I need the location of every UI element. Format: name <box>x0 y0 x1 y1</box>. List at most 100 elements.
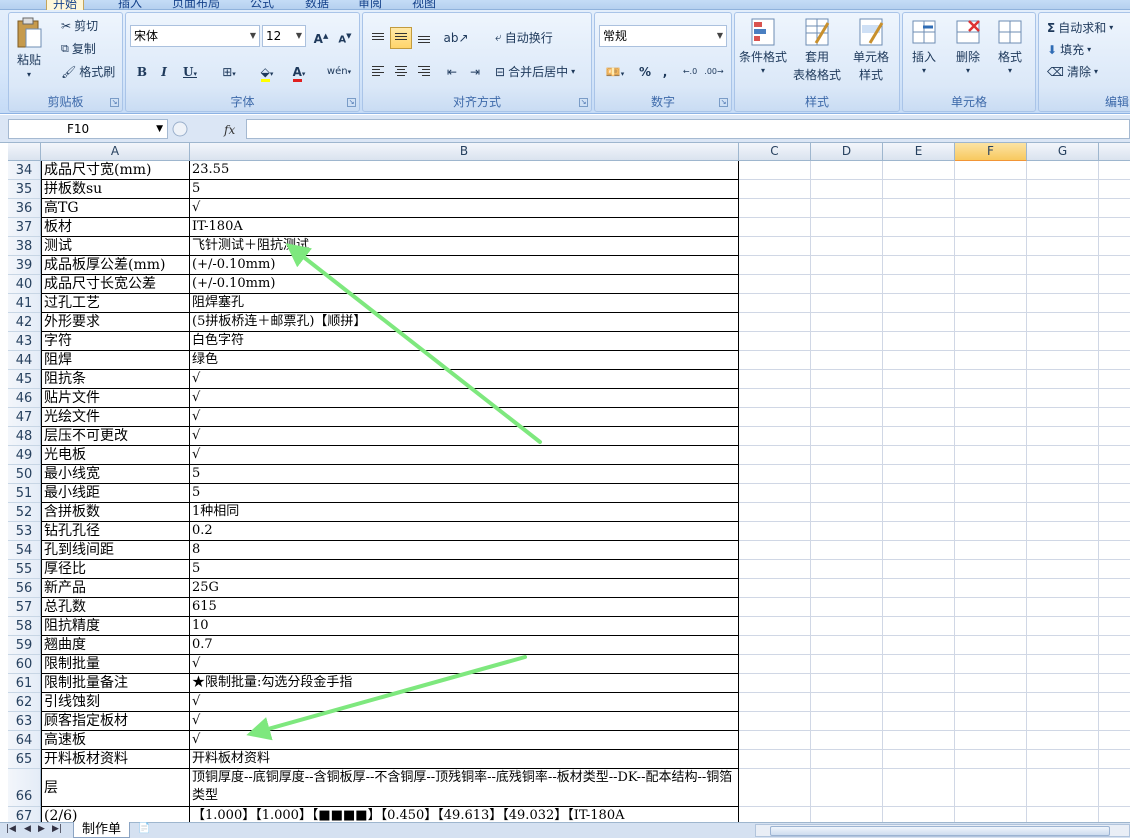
tab-insert[interactable]: 插入 <box>118 0 142 10</box>
cell-b[interactable]: 顶铜厚度--底铜厚度--含铜板厚--不含铜厚--顶残铜率--底残铜率--板材类型… <box>190 769 739 807</box>
empty-cell[interactable] <box>739 674 811 693</box>
empty-cell[interactable] <box>955 465 1027 484</box>
column-header-d[interactable]: D <box>811 143 883 161</box>
dialog-launcher-icon[interactable]: ↘ <box>719 98 728 107</box>
shrink-font-button[interactable]: A▼ <box>334 25 356 47</box>
cell-a[interactable]: 开料板材资料 <box>41 750 190 769</box>
empty-cell[interactable] <box>955 161 1027 180</box>
empty-cell[interactable] <box>739 655 811 674</box>
cell-a[interactable]: 限制批量备注 <box>41 674 190 693</box>
tab-formulas[interactable]: 公式 <box>250 0 274 10</box>
empty-cell[interactable] <box>1027 180 1099 199</box>
empty-cell[interactable] <box>955 351 1027 370</box>
empty-cell[interactable] <box>955 598 1027 617</box>
cell-a[interactable]: 限制批量 <box>41 655 190 674</box>
autosum-button[interactable]: Σ 自动求和 ▾ <box>1047 19 1113 36</box>
empty-cell[interactable] <box>955 275 1027 294</box>
empty-cell[interactable] <box>955 522 1027 541</box>
cell-b[interactable]: 25G <box>190 579 739 598</box>
align-top-button[interactable] <box>367 27 389 49</box>
horizontal-scrollbar[interactable] <box>755 824 1130 837</box>
empty-cell[interactable] <box>1027 712 1099 731</box>
empty-cell[interactable] <box>1027 465 1099 484</box>
empty-cell[interactable] <box>883 294 955 313</box>
copy-button[interactable]: ⧉ 复制 <box>61 40 96 57</box>
empty-cell[interactable] <box>739 370 811 389</box>
empty-cell[interactable] <box>1027 294 1099 313</box>
empty-cell[interactable] <box>811 636 883 655</box>
empty-cell[interactable] <box>1099 275 1130 294</box>
cell-b[interactable]: 10 <box>190 617 739 636</box>
empty-cell[interactable] <box>811 617 883 636</box>
row-header[interactable]: 53 <box>8 522 41 541</box>
font-size-combo[interactable]: 12 ▼ <box>262 25 306 47</box>
empty-cell[interactable] <box>811 294 883 313</box>
cell-a[interactable]: 外形要求 <box>41 313 190 332</box>
empty-cell[interactable] <box>1027 617 1099 636</box>
wrap-text-button[interactable]: ⤶ 自动换行 <box>495 29 553 46</box>
empty-cell[interactable] <box>883 256 955 275</box>
empty-cell[interactable] <box>811 351 883 370</box>
empty-cell[interactable] <box>1027 750 1099 769</box>
empty-cell[interactable] <box>955 332 1027 351</box>
empty-cell[interactable] <box>883 237 955 256</box>
cell-b[interactable]: 5 <box>190 465 739 484</box>
empty-cell[interactable] <box>739 199 811 218</box>
empty-cell[interactable] <box>739 465 811 484</box>
empty-cell[interactable] <box>1027 275 1099 294</box>
name-box[interactable]: F10 ▼ <box>8 119 168 139</box>
empty-cell[interactable] <box>739 275 811 294</box>
empty-cell[interactable] <box>811 503 883 522</box>
grow-font-button[interactable]: A▲ <box>310 25 332 47</box>
empty-cell[interactable] <box>955 731 1027 750</box>
column-header-b[interactable]: B <box>190 143 739 161</box>
sheet-grid[interactable]: 34 成品尺寸宽(mm) 23.55 35 拼板数su 5 36 高TG √ 37 板材 IT-180… <box>8 161 1130 826</box>
underline-button[interactable]: U▾ <box>176 61 204 83</box>
empty-cell[interactable] <box>1099 560 1130 579</box>
empty-cell[interactable] <box>811 598 883 617</box>
cell-a[interactable]: 含拼板数 <box>41 503 190 522</box>
cell-a[interactable]: 孔到线间距 <box>41 541 190 560</box>
empty-cell[interactable] <box>1027 161 1099 180</box>
empty-cell[interactable] <box>883 750 955 769</box>
empty-cell[interactable] <box>883 655 955 674</box>
empty-cell[interactable] <box>1099 636 1130 655</box>
empty-cell[interactable] <box>739 503 811 522</box>
cell-a[interactable]: 贴片文件 <box>41 389 190 408</box>
cell-b[interactable]: √ <box>190 370 739 389</box>
currency-button[interactable]: 💴▾ <box>599 61 631 83</box>
empty-cell[interactable] <box>883 351 955 370</box>
tab-data[interactable]: 数据 <box>305 0 329 10</box>
empty-cell[interactable] <box>739 180 811 199</box>
empty-cell[interactable] <box>811 769 883 807</box>
empty-cell[interactable] <box>811 427 883 446</box>
empty-cell[interactable] <box>739 769 811 807</box>
row-header[interactable]: 54 <box>8 541 41 560</box>
empty-cell[interactable] <box>811 199 883 218</box>
cell-a[interactable]: 总孔数 <box>41 598 190 617</box>
merge-center-button[interactable]: ⊟ 合并后居中 ▾ <box>495 63 575 80</box>
cell-a[interactable]: 成品尺寸宽(mm) <box>41 161 190 180</box>
empty-cell[interactable] <box>1099 465 1130 484</box>
empty-cell[interactable] <box>955 199 1027 218</box>
comma-button[interactable]: , <box>657 61 673 83</box>
dialog-launcher-icon[interactable]: ↘ <box>347 98 356 107</box>
empty-cell[interactable] <box>1027 655 1099 674</box>
cell-b[interactable]: 白色字符 <box>190 332 739 351</box>
empty-cell[interactable] <box>739 294 811 313</box>
empty-cell[interactable] <box>1099 427 1130 446</box>
empty-cell[interactable] <box>1027 541 1099 560</box>
empty-cell[interactable] <box>1099 161 1130 180</box>
empty-cell[interactable] <box>955 769 1027 807</box>
row-header[interactable]: 34 <box>8 161 41 180</box>
cell-b[interactable]: IT-180A <box>190 218 739 237</box>
empty-cell[interactable] <box>1099 370 1130 389</box>
empty-cell[interactable] <box>883 275 955 294</box>
cell-a[interactable]: 顾客指定板材 <box>41 712 190 731</box>
empty-cell[interactable] <box>811 465 883 484</box>
paste-button[interactable]: 粘贴 ▾ <box>15 17 43 79</box>
cell-a[interactable]: 板材 <box>41 218 190 237</box>
row-header[interactable]: 59 <box>8 636 41 655</box>
empty-cell[interactable] <box>883 313 955 332</box>
empty-cell[interactable] <box>955 446 1027 465</box>
